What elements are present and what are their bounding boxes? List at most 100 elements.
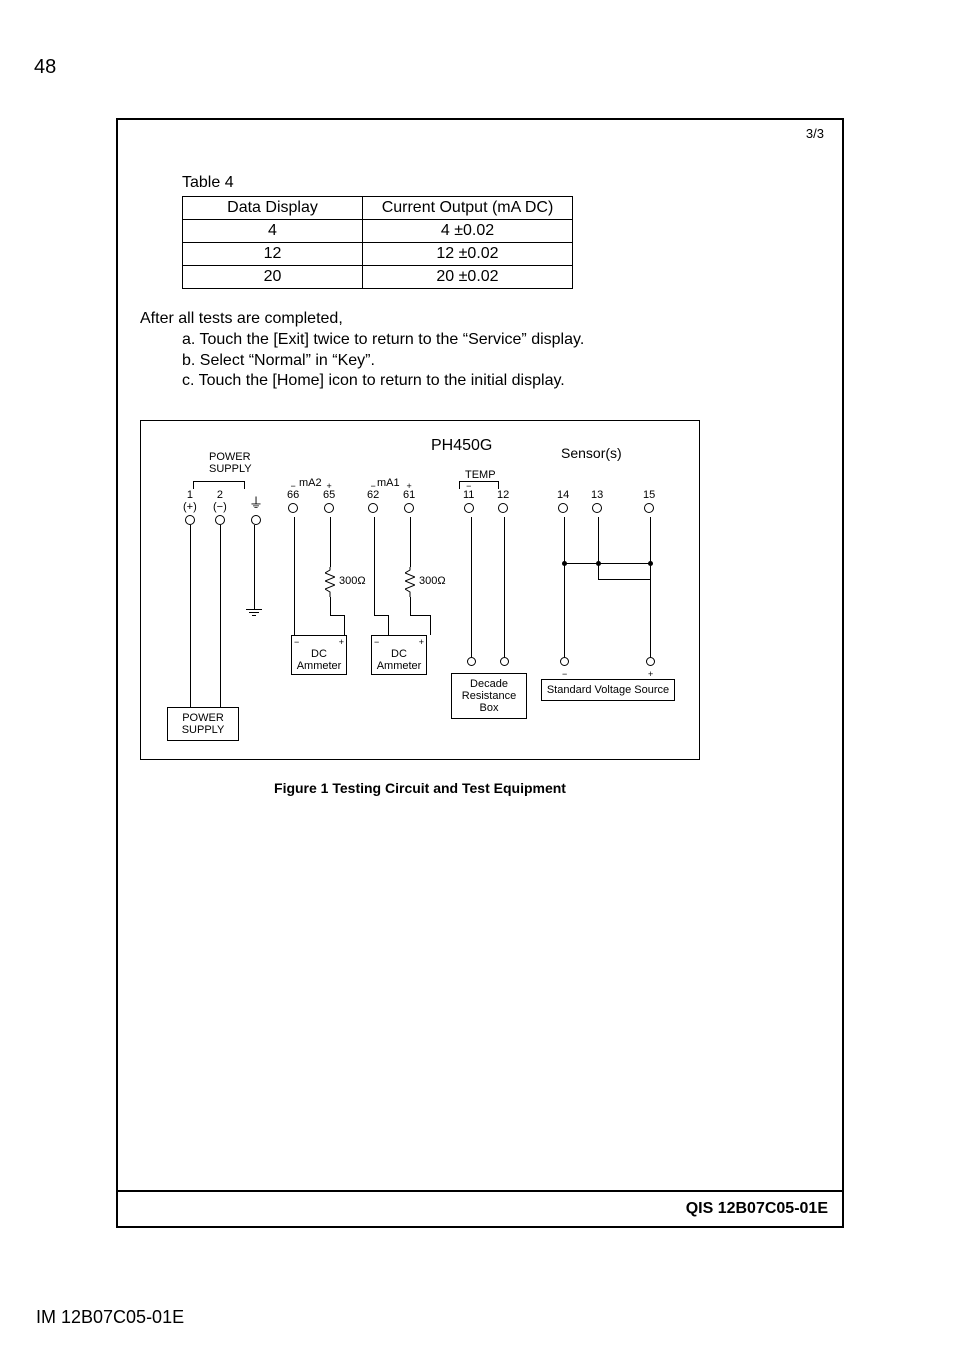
terminal-15: 15 (643, 481, 655, 513)
page-indicator: 3/3 (806, 126, 824, 141)
after-item: c. Touch the [Home] icon to return to th… (182, 371, 820, 392)
terminal-paren: (−) (213, 501, 227, 513)
terminal-number: 13 (591, 489, 603, 501)
table-cell: 12 (183, 243, 363, 266)
terminal-61: + 61 (403, 481, 415, 513)
figure-diagram: PH450G Sensor(s) POWER SUPPLY TEMP mA2 m… (140, 420, 700, 760)
wire (294, 517, 295, 635)
terminal-ring-icon (404, 503, 414, 513)
figure-temp-label: TEMP (465, 469, 496, 481)
wire (410, 615, 430, 616)
terminal-ring-icon (368, 503, 378, 513)
after-intro: After all tests are completed, (140, 309, 820, 330)
wire (430, 615, 431, 635)
ammeter-minus: − (374, 638, 379, 648)
voltage-plus: + (648, 669, 653, 679)
terminal-number: 11 (463, 489, 474, 501)
figure-sensor-label: Sensor(s) (561, 445, 622, 461)
terminal-2: 2 (−) (213, 481, 227, 525)
table-cell: 12 ±0.02 (363, 243, 573, 266)
wire (388, 615, 389, 635)
wire-node-icon (596, 561, 601, 566)
wire (564, 517, 565, 563)
dc-ammeter-box: − + DC Ammeter (291, 635, 347, 675)
wire (564, 563, 565, 657)
terminal-sign (557, 481, 569, 489)
table-header-row: Data Display Current Output (mA DC) (183, 197, 573, 220)
terminal-11: − 11 (463, 481, 474, 513)
terminal-sign (643, 481, 655, 489)
table-cell: 20 ±0.02 (363, 266, 573, 289)
terminal-number: 66 (287, 489, 299, 501)
wire (471, 517, 472, 657)
table-header: Data Display (183, 197, 363, 220)
plug-ring-icon (560, 657, 569, 666)
ammeter-plus: + (339, 638, 344, 648)
figure-device-title: PH450G (431, 437, 492, 455)
terminal-number: 65 (323, 489, 335, 501)
terminal-1: 1 (+) (183, 481, 197, 525)
figure-caption: Figure 1 Testing Circuit and Test Equipm… (140, 780, 700, 796)
terminal-14: 14 (557, 481, 569, 513)
terminal-ring-icon (215, 515, 225, 525)
terminal-ring-icon (644, 503, 654, 513)
ground-icon (246, 609, 262, 623)
wire (504, 517, 505, 657)
terminal-ring-icon (592, 503, 602, 513)
terminal-ring-icon (464, 503, 474, 513)
wire (220, 525, 221, 707)
terminal-sign (591, 481, 603, 489)
wire (330, 597, 331, 615)
mA2-label: mA2 (299, 477, 322, 489)
terminal-sign: + (323, 481, 335, 489)
wire (650, 579, 651, 657)
table-cell: 20 (183, 266, 363, 289)
terminal-62: − 62 (367, 481, 379, 513)
terminal-12: 12 (497, 481, 509, 513)
terminal-sign (497, 481, 509, 489)
table-cell: 4 ±0.02 (363, 220, 573, 243)
table-caption: Table 4 (182, 174, 820, 192)
ground-icon: ⏚ (249, 493, 263, 513)
wire (598, 517, 599, 579)
wire (344, 615, 345, 635)
plug-ring-icon (467, 657, 476, 666)
table-row: 4 4 ±0.02 (183, 220, 573, 243)
document-id: IM 12B07C05-01E (36, 1307, 184, 1328)
wire (650, 517, 651, 579)
terminal-sign (183, 481, 197, 489)
page-number: 48 (34, 56, 56, 79)
wire (410, 597, 411, 615)
footer-code: QIS 12B07C05-01E (686, 1200, 828, 1217)
terminal-number: 1 (183, 489, 197, 501)
wire (190, 707, 220, 708)
resistor-icon (405, 567, 415, 597)
terminal-sign (213, 481, 227, 489)
resistor-value: 300Ω (339, 575, 366, 587)
wire (330, 517, 331, 567)
dc-ammeter-box: − + DC Ammeter (371, 635, 427, 675)
terminal-sign: − (367, 481, 379, 489)
content-frame: 3/3 Table 4 Data Display Current Output … (116, 118, 844, 1228)
after-tests-block: After all tests are completed, a. Touch … (140, 309, 820, 392)
ammeter-minus: − (294, 638, 299, 648)
table-header: Current Output (mA DC) (363, 197, 573, 220)
terminal-sign: + (403, 481, 415, 489)
decade-resistance-box: Decade Resistance Box (451, 673, 527, 719)
terminal-ring-icon (558, 503, 568, 513)
plug-ring-icon (646, 657, 655, 666)
wire (374, 615, 388, 616)
terminal-number: 62 (367, 489, 379, 501)
terminal-paren: (+) (183, 501, 197, 513)
ammeter-label: DC Ammeter (294, 648, 344, 672)
terminal-ring-icon (251, 515, 261, 525)
after-item: a. Touch the [Exit] twice to return to t… (182, 330, 820, 351)
after-item: b. Select “Normal” in “Key”. (182, 351, 820, 372)
resistor-icon (325, 567, 335, 597)
terminal-number: 15 (643, 489, 655, 501)
table-cell: 4 (183, 220, 363, 243)
terminal-ring-icon (498, 503, 508, 513)
figure-power-supply-label: POWER SUPPLY (209, 451, 252, 475)
wire (598, 579, 650, 580)
wire (190, 525, 191, 707)
